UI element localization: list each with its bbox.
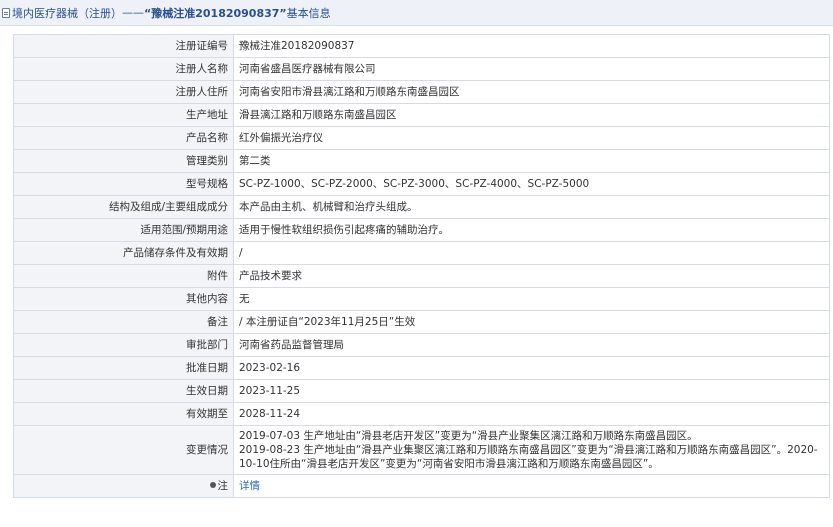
table-row: 型号规格 SC-PZ-1000、SC-PZ-2000、SC-PZ-3000、SC… xyxy=(13,172,830,196)
changes-label: 变更情况 xyxy=(13,425,234,475)
row-label: 结构及组成/主要组成成分 xyxy=(13,195,234,219)
row-label: 备注 xyxy=(13,310,234,334)
table-row: 产品名称 红外偏振光治疗仪 xyxy=(13,126,830,150)
row-value: 本产品由主机、机械臂和治疗头组成。 xyxy=(233,195,830,219)
row-value: 第二类 xyxy=(233,149,830,173)
row-value: 适用于慢性软组织损伤引起疼痛的辅助治疗。 xyxy=(233,218,830,242)
table-row: 注册人名称 河南省盛昌医疗器械有限公司 xyxy=(13,57,830,81)
row-label: 管理类别 xyxy=(13,149,234,173)
row-value: SC-PZ-1000、SC-PZ-2000、SC-PZ-3000、SC-PZ-4… xyxy=(233,172,830,196)
note-label: 注 xyxy=(217,480,229,492)
row-value: 河南省药品监督管理局 xyxy=(233,333,830,357)
row-label: 产品储存条件及有效期 xyxy=(13,241,234,265)
row-label: 附件 xyxy=(13,264,234,288)
table-row: 批准日期 2023-02-16 xyxy=(13,356,830,380)
row-value: 2028-11-24 xyxy=(233,402,830,426)
header-separator: —— xyxy=(122,6,144,19)
table-row: 审批部门 河南省药品监督管理局 xyxy=(13,333,830,357)
table-row: 备注 / 本注册证自“2023年11月25日”生效 xyxy=(13,310,830,334)
table-row: 适用范围/预期用途 适用于慢性软组织损伤引起疼痛的辅助治疗。 xyxy=(13,218,830,242)
row-label: 批准日期 xyxy=(13,356,234,380)
row-label: 其他内容 xyxy=(13,287,234,311)
note-label-cell: 注 xyxy=(13,474,234,498)
table-row: 附件 产品技术要求 xyxy=(13,264,830,288)
row-label: 适用范围/预期用途 xyxy=(13,218,234,242)
row-value: 红外偏振光治疗仪 xyxy=(233,126,830,150)
row-value: / 本注册证自“2023年11月25日”生效 xyxy=(233,310,830,334)
row-label: 注册人住所 xyxy=(13,80,234,104)
row-value: 滑县漓江路和万顺路东南盛昌园区 xyxy=(233,103,830,127)
details-link[interactable]: 详情 xyxy=(239,480,260,492)
change-entry: 2019-07-03 生产地址由“滑县老店开发区”变更为“滑县产业聚集区漓江路和… xyxy=(239,430,698,442)
table-row: 有效期至 2028-11-24 xyxy=(13,402,830,426)
row-label: 审批部门 xyxy=(13,333,234,357)
row-label: 产品名称 xyxy=(13,126,234,150)
row-label: 注册人名称 xyxy=(13,57,234,81)
row-value: 河南省安阳市滑县漓江路和万顺路东南盛昌园区 xyxy=(233,80,830,104)
row-value: 产品技术要求 xyxy=(233,264,830,288)
table-row: 产品储存条件及有效期 / xyxy=(13,241,830,265)
table-row: 生效日期 2023-11-25 xyxy=(13,379,830,403)
row-value: / xyxy=(233,241,830,265)
row-label: 生效日期 xyxy=(13,379,234,403)
header-prefix: 境内医疗器械（注册） xyxy=(12,6,122,20)
table-row: 生产地址 滑县漓江路和万顺路东南盛昌园区 xyxy=(13,103,830,127)
page-header: 境内医疗器械（注册） —— “豫械注准20182090837” 基本信息 xyxy=(0,0,833,26)
row-value: 2023-11-25 xyxy=(233,379,830,403)
row-label: 有效期至 xyxy=(13,402,234,426)
bullet-icon xyxy=(209,482,216,488)
changes-value: 2019-07-03 生产地址由“滑县老店开发区”变更为“滑县产业聚集区漓江路和… xyxy=(233,425,830,475)
note-row: 注 详情 xyxy=(13,474,830,498)
change-entry: 2019-08-23 生产地址由“滑县产业集聚区漓江路和万顺路东南盛昌园区”变更… xyxy=(239,444,818,470)
row-value: 河南省盛昌医疗器械有限公司 xyxy=(233,57,830,81)
note-value: 详情 xyxy=(233,474,830,498)
row-value: 无 xyxy=(233,287,830,311)
row-label: 生产地址 xyxy=(13,103,234,127)
header-suffix: 基本信息 xyxy=(286,6,331,20)
changes-row: 变更情况 2019-07-03 生产地址由“滑县老店开发区”变更为“滑县产业聚集… xyxy=(13,425,830,475)
document-icon xyxy=(2,7,10,18)
table-row: 结构及组成/主要组成成分 本产品由主机、机械臂和治疗头组成。 xyxy=(13,195,830,219)
table-row: 管理类别 第二类 xyxy=(13,149,830,173)
table-row: 注册证编号 豫械注准20182090837 xyxy=(13,34,830,58)
page: 境内医疗器械（注册） —— “豫械注准20182090837” 基本信息 注册证… xyxy=(0,0,833,527)
info-table: 注册证编号 豫械注准20182090837 注册人名称 河南省盛昌医疗器械有限公… xyxy=(13,34,830,498)
row-label: 型号规格 xyxy=(13,172,234,196)
table-row: 注册人住所 河南省安阳市滑县漓江路和万顺路东南盛昌园区 xyxy=(13,80,830,104)
row-value: 豫械注准20182090837 xyxy=(233,34,830,58)
table-row: 其他内容 无 xyxy=(13,287,830,311)
row-value: 2023-02-16 xyxy=(233,356,830,380)
header-reg-number: “豫械注准20182090837” xyxy=(144,6,287,20)
row-label: 注册证编号 xyxy=(13,34,234,58)
